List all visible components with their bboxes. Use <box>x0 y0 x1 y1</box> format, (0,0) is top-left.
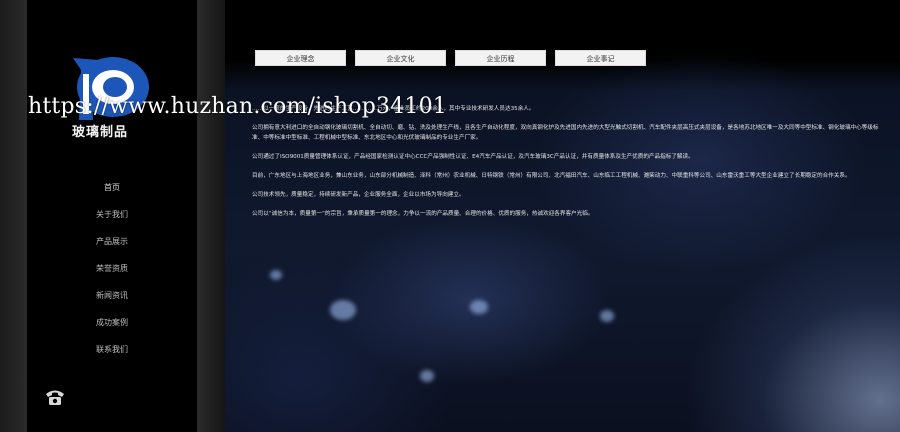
logo-d-emblem-icon <box>73 57 149 120</box>
intro-paragraph: 公司通过了ISO9001质量管理体系认证，产品经国家检测认证中心CCC产品强制性… <box>252 154 694 160</box>
tab-philosophy[interactable]: 企业理念 <box>255 50 346 66</box>
intro-paragraph: 公司拥有意大利进口的全自动钢化玻璃切割机、全自动切、磨、钻、洗及处理生产线，且各… <box>252 125 879 141</box>
tab-culture[interactable]: 企业文化 <box>355 50 446 66</box>
intro-paragraph: 目前，广东地区与上海地区业务，兼山东业务，山东部分机械制造、泽科（常州）农业机械… <box>252 173 851 179</box>
left-border-strip <box>0 0 27 432</box>
main-nav: 首页 关于我们 产品展示 荣誉资质 新闻资讯 成功案例 联系我们 <box>27 178 197 367</box>
nav-item-products[interactable]: 产品展示 <box>27 232 197 259</box>
light-spark <box>270 270 282 280</box>
tab-history[interactable]: 企业历程 <box>455 50 546 66</box>
intro-paragraph: 公司以“诚信为本，质量第一”的宗旨，秉承质量第一的理念，力争以一流的产品质量、合… <box>252 211 594 217</box>
light-spark <box>420 370 434 382</box>
logo-text: 玻璃制品 <box>72 125 129 140</box>
nav-item-honors[interactable]: 荣誉资质 <box>27 259 197 286</box>
sidebar-edge-strip <box>197 0 225 432</box>
nav-item-news[interactable]: 新闻资讯 <box>27 286 197 313</box>
company-intro: ……以一流的生产设备，先进的生产工艺…… ……万元，企业员工约200余人，其中专… <box>252 104 884 228</box>
nav-item-contact[interactable]: 联系我们 <box>27 340 197 367</box>
phone-icon[interactable] <box>45 388 65 406</box>
about-tabs: 企业理念 企业文化 企业历程 企业事记 <box>255 50 646 66</box>
light-spark <box>470 300 488 314</box>
sidebar: 玻璃制品 首页 关于我们 产品展示 荣誉资质 新闻资讯 成功案例 联系我们 <box>27 0 197 432</box>
tab-events[interactable]: 企业事记 <box>555 50 646 66</box>
nav-item-home[interactable]: 首页 <box>27 178 197 205</box>
intro-paragraph: 公司技术领先，质量稳定，持续研发新产品，企业服务全面，企业以市场为导向建立。 <box>252 192 465 198</box>
light-spark <box>330 300 356 320</box>
nav-item-about[interactable]: 关于我们 <box>27 205 197 232</box>
intro-paragraph: ……以一流的生产设备，先进的生产工艺…… ……万元，企业员工约200余人，其中专… <box>252 106 535 112</box>
light-spark <box>600 310 614 322</box>
nav-item-cases[interactable]: 成功案例 <box>27 313 197 340</box>
